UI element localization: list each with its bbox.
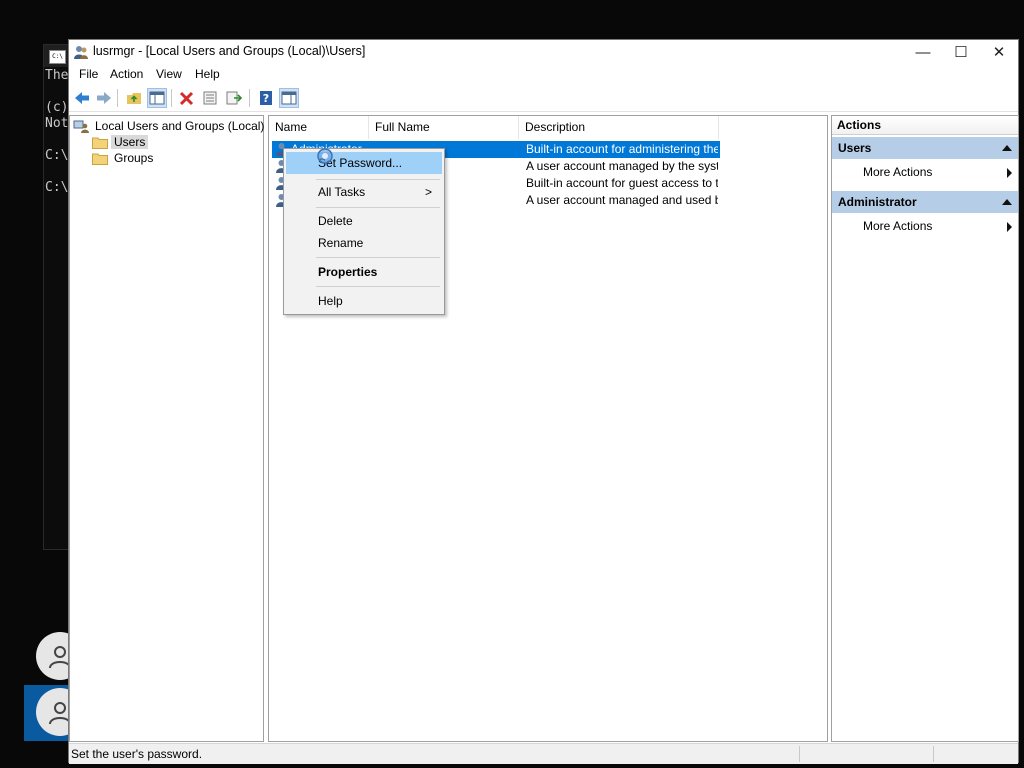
collapse-icon — [1002, 199, 1012, 205]
click-indicator-icon — [317, 148, 333, 164]
console-tree-icon — [149, 91, 165, 105]
tree-node-groups[interactable]: Groups — [92, 151, 156, 165]
more-actions-users[interactable]: More Actions — [863, 162, 1018, 182]
actions-section-label: Users — [838, 141, 872, 155]
chevron-right-icon — [1007, 222, 1012, 232]
tree-node-label: Groups — [114, 151, 154, 165]
titlebar[interactable]: lusrmgr - [Local Users and Groups (Local… — [69, 40, 1018, 64]
cmd-icon: C:\ — [49, 50, 66, 64]
console-line: (c) — [45, 100, 69, 115]
actions-section-users[interactable]: Users — [832, 137, 1018, 159]
show-hide-action-pane-button[interactable] — [279, 88, 299, 108]
column-header-full-name[interactable]: Full Name — [369, 116, 519, 139]
user-description: A user account managed and used b... — [526, 193, 718, 207]
status-divider — [799, 746, 800, 762]
help-icon: ? — [260, 91, 272, 105]
context-menu: Set Password... All Tasks > Delete Renam… — [283, 148, 445, 315]
column-header-description[interactable]: Description — [519, 116, 719, 139]
export-list-button[interactable] — [224, 88, 244, 108]
computer-users-icon — [73, 120, 89, 133]
tree-node-users[interactable]: Users — [92, 135, 149, 149]
menu-item-label: Help — [318, 294, 343, 308]
actions-title: Actions — [832, 116, 1018, 135]
menu-separator — [316, 179, 440, 180]
status-divider — [933, 746, 934, 762]
collapse-icon — [1002, 145, 1012, 151]
menu-item-delete[interactable]: Delete — [286, 210, 442, 232]
status-text: Set the user's password. — [71, 747, 203, 761]
menu-item-set-password[interactable]: Set Password... — [286, 152, 442, 174]
actions-pane: Actions Users More Actions Administrator… — [831, 115, 1019, 742]
properties-sheet-icon — [203, 91, 217, 105]
action-pane-icon — [281, 91, 297, 105]
window-title: lusrmgr - [Local Users and Groups (Local… — [93, 44, 366, 58]
forward-arrow-icon — [97, 92, 111, 104]
actions-section-administrator[interactable]: Administrator — [832, 191, 1018, 213]
menu-item-rename[interactable]: Rename — [286, 232, 442, 254]
toolbar-separator — [249, 89, 250, 107]
toolbar-separator — [171, 89, 172, 107]
menu-separator — [316, 286, 440, 287]
svg-text:?: ? — [263, 92, 269, 105]
console-line: Not — [45, 116, 69, 131]
console-line: C:\ — [45, 180, 69, 195]
folder-icon — [92, 137, 108, 149]
delete-button[interactable] — [177, 88, 197, 108]
status-bar: Set the user's password. — [69, 743, 1018, 764]
properties-button[interactable] — [200, 88, 220, 108]
menu-item-help[interactable]: Help — [286, 290, 442, 312]
lusrmgr-window[interactable]: lusrmgr - [Local Users and Groups (Local… — [68, 39, 1019, 764]
console-tree-pane[interactable]: Local Users and Groups (Local) Users Gro… — [69, 115, 264, 742]
maximize-button[interactable]: ☐ — [942, 40, 980, 64]
back-button[interactable] — [72, 88, 92, 108]
menu-separator — [316, 207, 440, 208]
console-line: The — [45, 68, 69, 83]
menubar: File Action View Help — [69, 64, 1018, 84]
menu-item-label: All Tasks — [318, 185, 366, 199]
export-list-icon — [226, 91, 242, 105]
menu-view[interactable]: View — [156, 67, 182, 81]
more-actions-administrator[interactable]: More Actions — [863, 216, 1018, 236]
tree-root-label: Local Users and Groups (Local) — [95, 119, 265, 133]
help-button[interactable]: ? — [256, 88, 276, 108]
menu-item-properties[interactable]: Properties — [286, 261, 442, 283]
back-arrow-icon — [75, 92, 89, 104]
up-one-level-button[interactable] — [124, 88, 144, 108]
menu-item-label: Properties — [318, 265, 378, 279]
delete-x-icon — [179, 91, 194, 106]
user-description: A user account managed by the syste... — [526, 159, 718, 173]
column-header-name[interactable]: Name — [269, 116, 369, 139]
menu-item-all-tasks[interactable]: All Tasks > — [286, 181, 442, 203]
folder-up-icon — [127, 93, 141, 104]
minimize-button[interactable]: — — [904, 40, 942, 64]
console-line: C:\ — [45, 148, 69, 163]
show-hide-console-tree-button[interactable] — [147, 88, 167, 108]
tree-root-local-users-groups[interactable]: Local Users and Groups (Local) — [73, 119, 267, 133]
menu-action[interactable]: Action — [110, 67, 143, 81]
menu-file[interactable]: File — [79, 67, 98, 81]
tree-node-label: Users — [111, 135, 149, 149]
user-description: Built-in account for administering the c… — [526, 142, 718, 156]
menu-help[interactable]: Help — [195, 67, 220, 81]
actions-section-label: Administrator — [838, 195, 917, 209]
menu-item-label: Delete — [318, 214, 353, 228]
forward-button[interactable] — [94, 88, 114, 108]
more-actions-label: More Actions — [863, 219, 933, 233]
toolbar: ? — [69, 84, 1018, 112]
users-app-icon — [74, 46, 88, 59]
menu-item-label: Rename — [318, 236, 364, 250]
more-actions-label: More Actions — [863, 165, 933, 179]
close-button[interactable]: ✕ — [980, 40, 1018, 64]
menu-separator — [316, 257, 440, 258]
chevron-right-icon — [1007, 168, 1012, 178]
toolbar-separator — [117, 89, 118, 107]
folder-icon — [92, 153, 108, 165]
user-description: Built-in account for guest access to th.… — [526, 176, 718, 190]
submenu-arrow-icon: > — [424, 185, 432, 199]
